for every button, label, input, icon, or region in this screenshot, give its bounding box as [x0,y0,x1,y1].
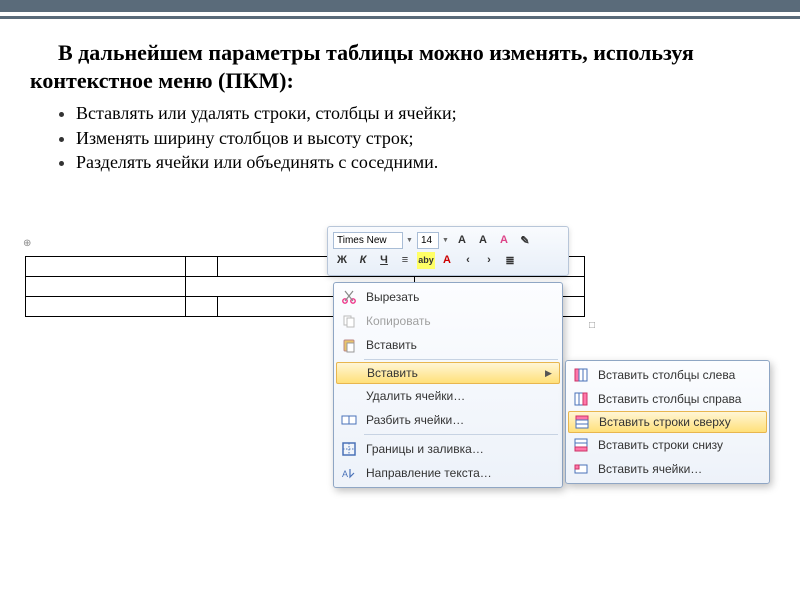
paste-icon [341,337,357,353]
submenu-insert-col-right[interactable]: Вставить столбцы справа [568,387,767,411]
italic-button[interactable]: К [354,252,372,269]
submenu-label: Вставить ячейки… [594,462,767,476]
cut-icon [341,289,357,305]
submenu-insert-cells[interactable]: Вставить ячейки… [568,457,767,481]
font-color-button[interactable]: A [438,252,456,269]
submenu-insert-row-above[interactable]: Вставить строки сверху [568,411,767,433]
bullet-item: Изменять ширину столбцов и высоту строк; [76,128,414,148]
menu-label: Вставить [363,366,545,380]
submenu-insert-col-left[interactable]: Вставить столбцы слева [568,363,767,387]
insert-cells-icon [573,461,589,477]
bullets-button[interactable]: ≣ [501,252,519,269]
indent-dec-button[interactable]: ‹ [459,252,477,269]
menu-delete-cells[interactable]: Удалить ячейки… [336,384,560,408]
menu-text-direction[interactable]: A Направление текста… [336,461,560,485]
align-button[interactable]: ≡ [396,252,414,269]
underline-button[interactable]: Ч [375,252,393,269]
indent-inc-button[interactable]: › [480,252,498,269]
menu-separator [364,359,558,360]
menu-label: Границы и заливка… [362,442,560,456]
table-resize-icon: □ [589,320,595,331]
submenu-insert-row-below[interactable]: Вставить строки снизу [568,433,767,457]
bullet-item: Разделять ячейки или объединять с соседн… [76,152,438,172]
menu-label: Удалить ячейки… [362,389,560,403]
menu-label: Разбить ячейки… [362,413,560,427]
shrink-font-button[interactable]: A [474,232,492,249]
menu-insert-submenu[interactable]: Вставить ▶ [336,362,560,384]
heading: В дальнейшем параметры таблицы можно изм… [30,39,770,95]
screenshot-figure: ⊕ □ Times New▼ 14▼ A A A ✎ Ж К Ч ≡ aby A… [25,232,775,562]
insert-col-left-icon [573,367,589,383]
font-name-input[interactable]: Times New [333,232,403,249]
menu-separator [364,434,558,435]
svg-text:A: A [342,469,348,479]
menu-label: Направление текста… [362,466,560,480]
submenu-label: Вставить строки снизу [594,438,767,452]
borders-icon [341,441,357,457]
menu-label: Копировать [362,314,560,328]
grow-font-button[interactable]: A [453,232,471,249]
submenu-label: Вставить столбцы справа [594,392,767,406]
slide-content: В дальнейшем параметры таблицы можно изм… [0,19,800,174]
insert-row-below-icon [573,437,589,453]
menu-borders[interactable]: Границы и заливка… [336,437,560,461]
menu-paste[interactable]: Вставить [336,333,560,357]
menu-copy[interactable]: Копировать [336,309,560,333]
submenu-label: Вставить строки сверху [595,415,766,429]
insert-row-above-icon [574,414,590,430]
menu-split-cells[interactable]: Разбить ячейки… [336,408,560,432]
menu-cut[interactable]: Вырезать [336,285,560,309]
highlight-button[interactable]: aby [417,252,435,269]
font-size-input[interactable]: 14 [417,232,439,249]
menu-label: Вставить [362,338,560,352]
slide-top-border [0,0,800,12]
bullet-item: Вставлять или удалять строки, столбцы и … [76,103,457,123]
context-menu[interactable]: Вырезать Копировать Вставить Вставить ▶ … [333,282,563,488]
insert-submenu[interactable]: Вставить столбцы слева Вставить столбцы … [565,360,770,484]
bold-button[interactable]: Ж [333,252,351,269]
mini-toolbar[interactable]: Times New▼ 14▼ A A A ✎ Ж К Ч ≡ aby A ‹ ›… [327,226,569,276]
insert-col-right-icon [573,391,589,407]
table-anchor-icon: ⊕ [23,238,31,249]
split-icon [341,412,357,428]
text-dir-icon: A [341,465,357,481]
copy-icon [341,313,357,329]
submenu-label: Вставить столбцы слева [594,368,767,382]
submenu-arrow-icon: ▶ [545,368,559,379]
menu-label: Вырезать [362,290,560,304]
bullet-list: Вставлять или удалять строки, столбцы и … [76,101,770,174]
format-painter-button[interactable]: ✎ [516,232,534,249]
style-button[interactable]: A [495,232,513,249]
